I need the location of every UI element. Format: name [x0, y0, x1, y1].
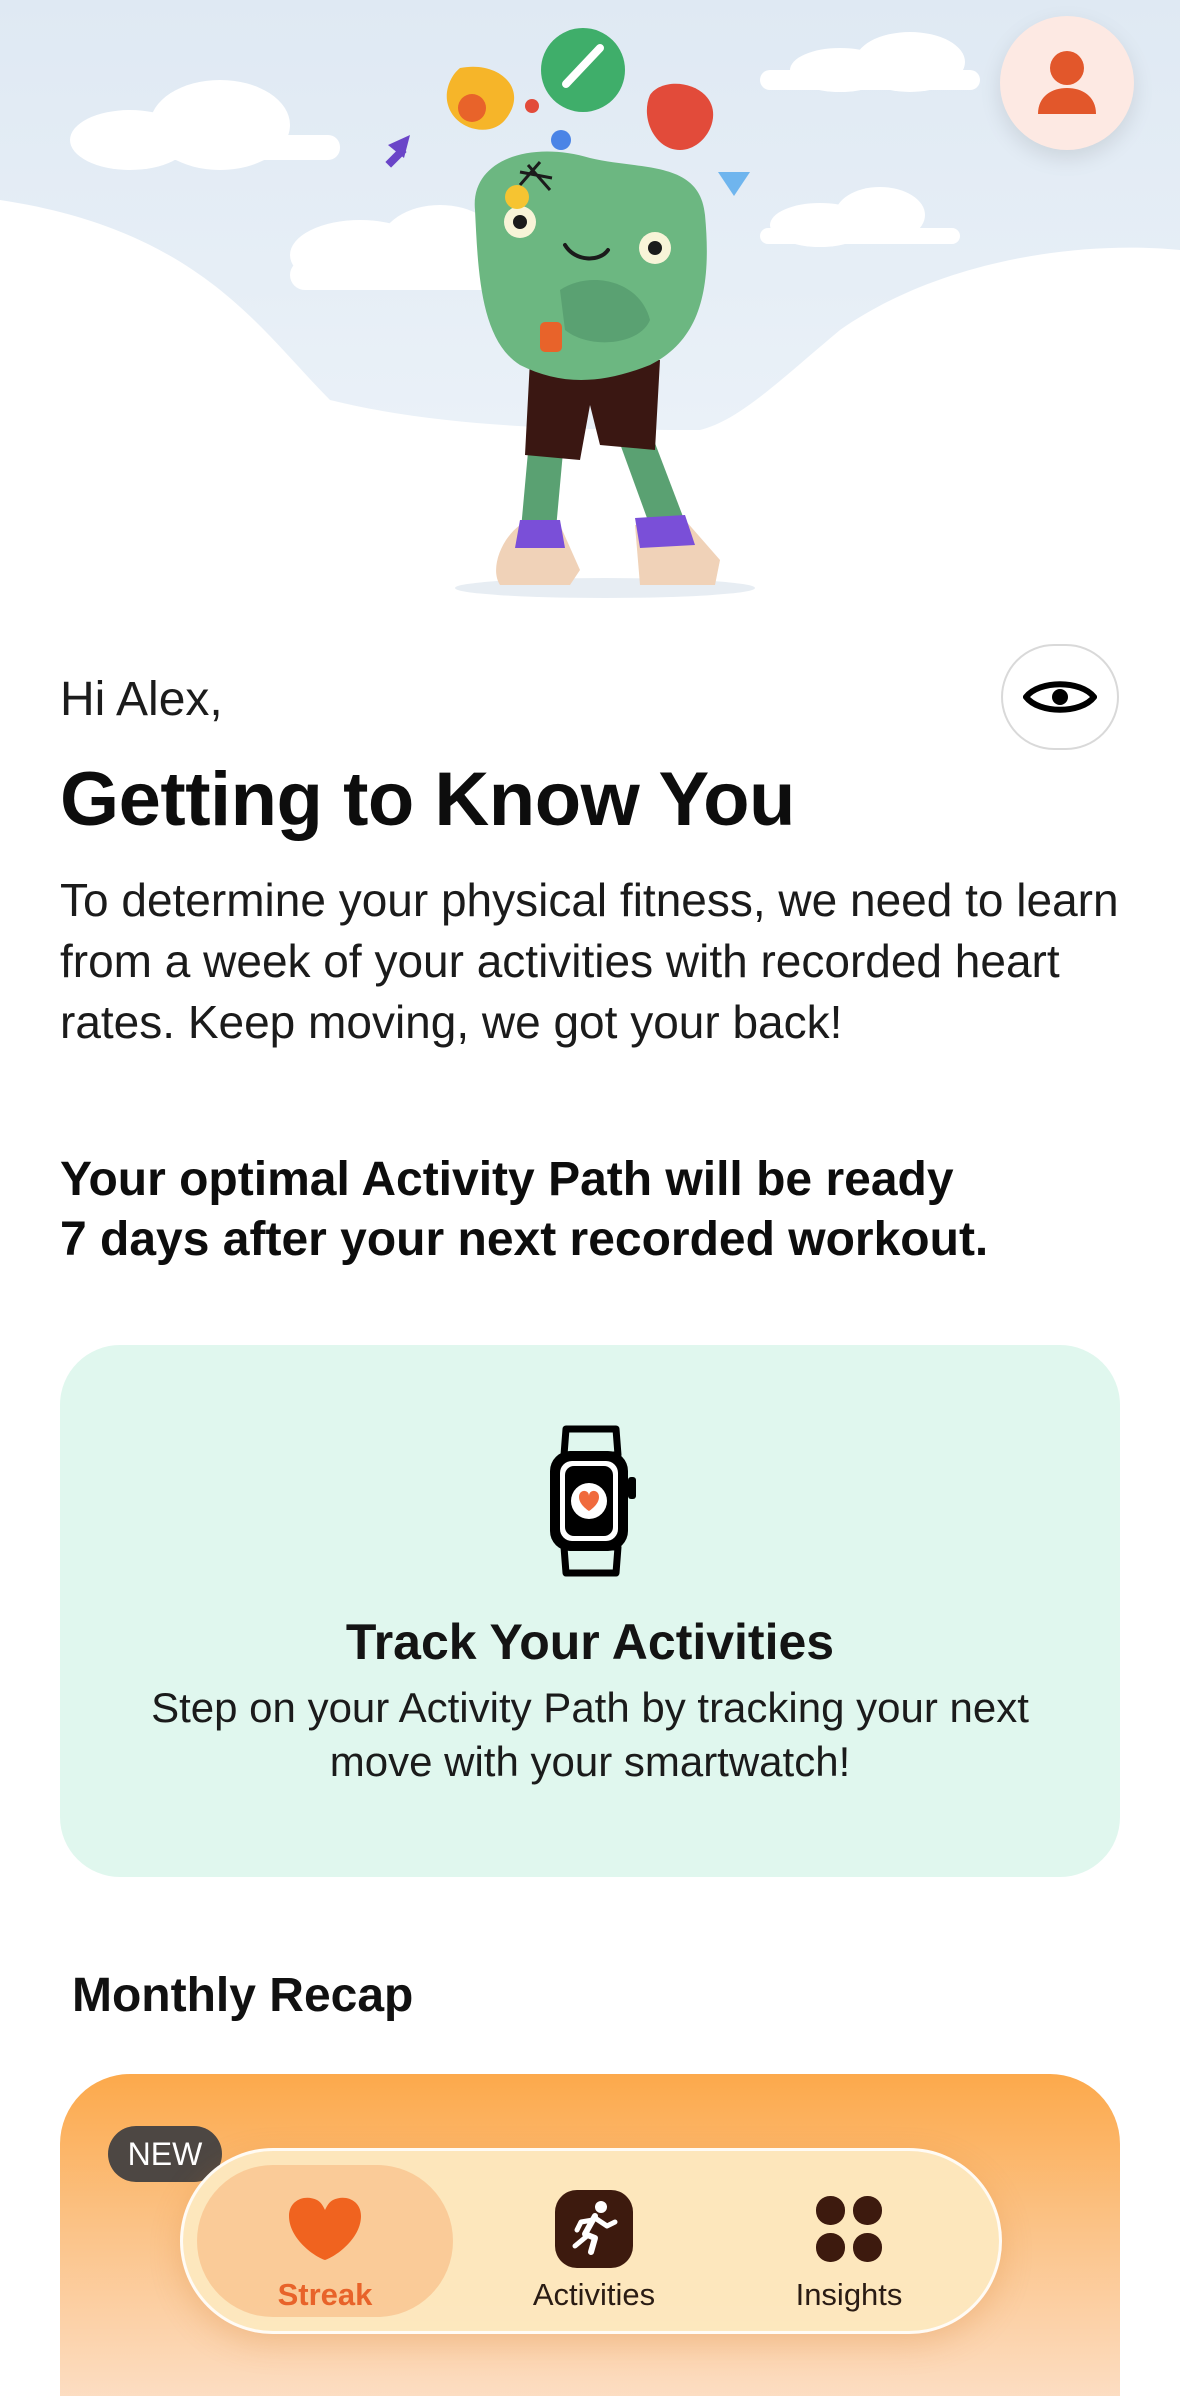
- bottom-tab-bar: Streak Activities Insights: [180, 2148, 1002, 2334]
- tab-streak[interactable]: Streak: [197, 2165, 453, 2317]
- track-activities-description: Step on your Activity Path by tracking y…: [151, 1684, 1029, 1785]
- visibility-toggle-button[interactable]: [1001, 644, 1119, 750]
- new-badge: NEW: [108, 2126, 222, 2182]
- eye-icon: [1023, 681, 1097, 713]
- activity-path-notice: Your optimal Activity Path will be ready…: [60, 1150, 1140, 1270]
- monthly-recap-title: Monthly Recap: [72, 1969, 414, 2022]
- greeting-text: Hi Alex,: [60, 673, 223, 726]
- tab-insights[interactable]: Insights: [721, 2165, 977, 2317]
- activity-path-notice-line1: Your optimal Activity Path will be ready: [60, 1153, 954, 1206]
- track-activities-card[interactable]: Track Your Activities Step on your Activ…: [60, 1345, 1120, 1877]
- grid-icon: [809, 2189, 889, 2269]
- tab-streak-label: Streak: [277, 2277, 373, 2312]
- track-activities-title: Track Your Activities: [345, 1614, 835, 1670]
- tab-activities[interactable]: Activities: [466, 2165, 722, 2317]
- page-title: Getting to Know You: [60, 757, 795, 842]
- activity-path-notice-line2: 7 days after your next recorded workout.: [60, 1213, 989, 1266]
- profile-button[interactable]: [1000, 16, 1134, 150]
- tab-activities-label: Activities: [532, 2277, 656, 2312]
- tab-insights-label: Insights: [795, 2277, 903, 2312]
- runner-icon: [554, 2189, 634, 2269]
- user-icon: [1038, 51, 1096, 114]
- smartwatch-icon: [550, 1425, 636, 1577]
- heart-icon: [285, 2189, 365, 2269]
- intro-text: To determine your physical fitness, we n…: [60, 874, 1119, 1048]
